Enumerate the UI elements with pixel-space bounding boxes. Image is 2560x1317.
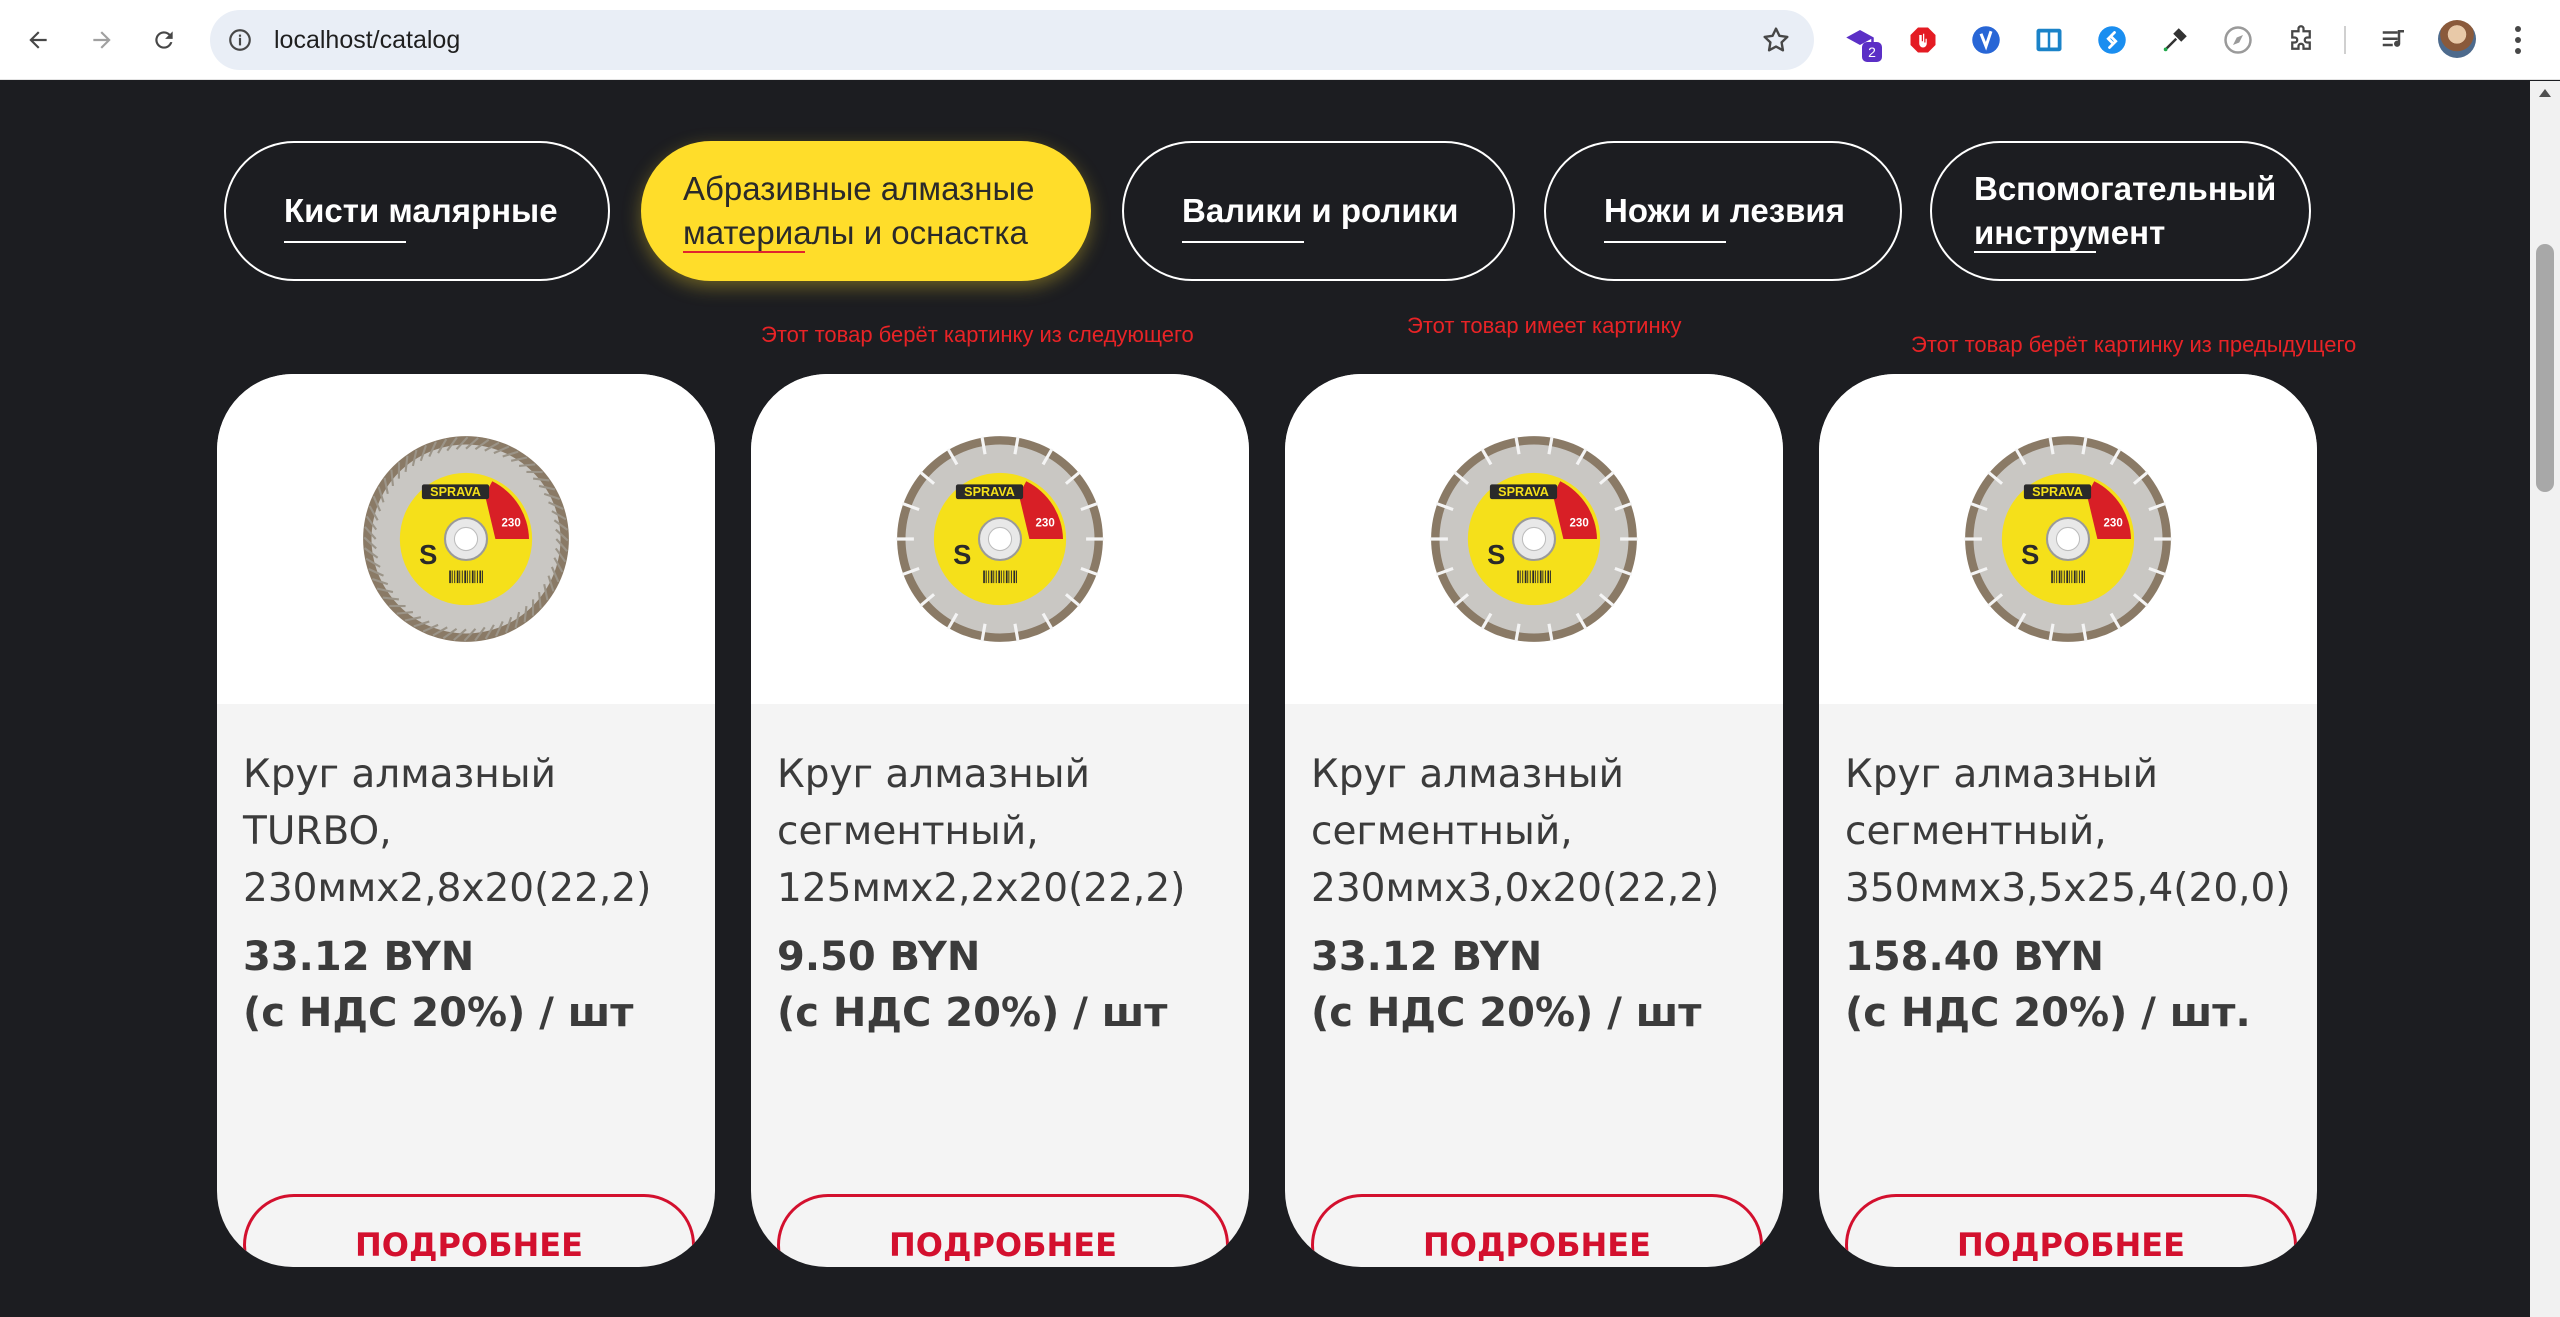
- forward-button[interactable]: [82, 20, 122, 60]
- category-underline: [284, 241, 406, 243]
- color-picker-extension-icon[interactable]: [2157, 22, 2193, 58]
- product-name: Круг алмазный сегментный, 230ммх3,0х20(2…: [1311, 752, 1720, 911]
- product-name: Круг алмазный сегментный, 350ммх3,5х25,4…: [1845, 752, 2291, 911]
- category-underline: [1604, 241, 1726, 243]
- scroll-up-arrow-icon[interactable]: [2539, 89, 2551, 97]
- category-label: Абразивные алмазные материалы и оснастка: [683, 170, 1035, 251]
- diamond-disc-image: SPRAVA 230 S: [1430, 436, 1638, 642]
- product-price: 33.12 BYN (с НДС 20%) / шт: [1311, 934, 1702, 1036]
- note-uses-next-image: Этот товар берёт картинку из следующего: [761, 322, 1194, 347]
- media-controls-icon[interactable]: [2376, 22, 2412, 58]
- category-brushes[interactable]: Кисти малярные: [224, 141, 610, 281]
- reader-extension-icon[interactable]: [2031, 22, 2067, 58]
- address-bar[interactable]: localhost/catalog: [210, 10, 1814, 70]
- scrollbar-thumb[interactable]: [2536, 244, 2554, 492]
- svg-text:230: 230: [2104, 517, 2123, 529]
- details-button[interactable]: ПОДРОБНЕЕ: [243, 1194, 695, 1267]
- product-image[interactable]: SPRAVA 230 S: [1285, 374, 1783, 704]
- category-label: Валики и ролики: [1182, 192, 1459, 229]
- svg-text:SPRAVA: SPRAVA: [430, 485, 481, 499]
- back-button[interactable]: [18, 20, 58, 60]
- product-image[interactable]: SPRAVA 230 S: [217, 374, 715, 704]
- arrow-left-icon: [29, 31, 47, 49]
- product-price: 33.12 BYN (с НДС 20%) / шт: [243, 934, 634, 1036]
- note-has-image: Этот товар имеет картинку: [1407, 313, 1682, 338]
- category-label: Вспомогательный инструмент: [1974, 170, 2277, 251]
- browser-toolbar: localhost/catalog 2: [0, 0, 2560, 80]
- diamond-disc-image: SPRAVA 230 S: [896, 436, 1104, 642]
- extension-badge: 2: [1862, 42, 1882, 62]
- category-label: Ножи и лезвия: [1604, 192, 1845, 229]
- product-card: SPRAVA 230 S Круг алмазный TURBO, 230ммх2,…: [217, 374, 715, 1267]
- product-name: Круг алмазный TURBO, 230ммх2,8х20(22,2): [243, 752, 652, 911]
- category-underline: [1182, 241, 1304, 243]
- product-image[interactable]: SPRAVA 230 S: [1819, 374, 2317, 704]
- svg-text:S: S: [419, 539, 437, 570]
- product-price: 9.50 BYN (с НДС 20%) / шт: [777, 934, 1168, 1036]
- graduation-cap-extension-icon[interactable]: 2: [1842, 22, 1882, 62]
- category-knives[interactable]: Ножи и лезвия: [1544, 141, 1902, 281]
- category-label: Кисти малярные: [284, 192, 558, 229]
- svg-text:SPRAVA: SPRAVA: [964, 485, 1015, 499]
- svg-text:SPRAVA: SPRAVA: [2032, 485, 2083, 499]
- svg-text:230: 230: [1036, 517, 1055, 529]
- browser-menu-icon[interactable]: [2500, 20, 2536, 60]
- details-button[interactable]: ПОДРОБНЕЕ: [1845, 1194, 2297, 1267]
- details-button[interactable]: ПОДРОБНЕЕ: [1311, 1194, 1763, 1267]
- category-rollers[interactable]: Валики и ролики: [1122, 141, 1515, 281]
- svg-text:S: S: [953, 539, 971, 570]
- svg-text:230: 230: [1570, 517, 1589, 529]
- diamond-disc-image: SPRAVA 230 S: [1964, 436, 2172, 642]
- svg-text:230: 230: [502, 517, 521, 529]
- page-scrollbar[interactable]: [2530, 81, 2560, 1317]
- category-auxiliary-tools[interactable]: Вспомогательный инструмент: [1930, 141, 2311, 281]
- category-abrasives[interactable]: Абразивные алмазные материалы и оснастка: [641, 141, 1091, 281]
- svg-text:SPRAVA: SPRAVA: [1498, 485, 1549, 499]
- category-underline: [683, 251, 805, 253]
- compass-extension-icon[interactable]: [2220, 22, 2256, 58]
- shazam-extension-icon[interactable]: [2094, 22, 2130, 58]
- svg-text:S: S: [1487, 539, 1505, 570]
- reload-icon: [155, 31, 173, 49]
- product-image[interactable]: SPRAVA 230 S: [751, 374, 1249, 704]
- site-info-icon[interactable]: [224, 24, 256, 56]
- note-uses-previous-image: Этот товар берёт картинку из предыдущего: [1911, 332, 2357, 357]
- bookmark-star-icon[interactable]: [1760, 24, 1792, 56]
- check-circle-extension-icon[interactable]: [1968, 22, 2004, 58]
- product-card: SPRAVA 230 S Круг алмазный сегментный, 350…: [1819, 374, 2317, 1267]
- puzzle-extensions-icon[interactable]: [2283, 22, 2319, 58]
- product-card: SPRAVA 230 S Круг алмазный сегментный, 230…: [1285, 374, 1783, 1267]
- product-name: Круг алмазный сегментный, 125ммх2,2х20(2…: [777, 752, 1186, 911]
- product-price: 158.40 BYN (с НДС 20%) / шт.: [1845, 934, 2251, 1036]
- product-card: SPRAVA 230 S Круг алмазный сегментный, 125…: [751, 374, 1249, 1267]
- diamond-disc-image: SPRAVA 230 S: [363, 436, 569, 642]
- svg-text:S: S: [2021, 539, 2039, 570]
- arrow-right-icon: [93, 31, 111, 49]
- hand-stop-extension-icon[interactable]: [1905, 22, 1941, 58]
- profile-avatar[interactable]: [2438, 20, 2476, 58]
- toolbar-separator: [2344, 26, 2346, 54]
- category-underline: [1974, 251, 2096, 253]
- catalog-page: Кисти малярные Абразивные алмазные матер…: [0, 81, 2530, 1317]
- details-button[interactable]: ПОДРОБНЕЕ: [777, 1194, 1229, 1267]
- url-text: localhost/catalog: [274, 26, 461, 54]
- reload-button[interactable]: [144, 20, 184, 60]
